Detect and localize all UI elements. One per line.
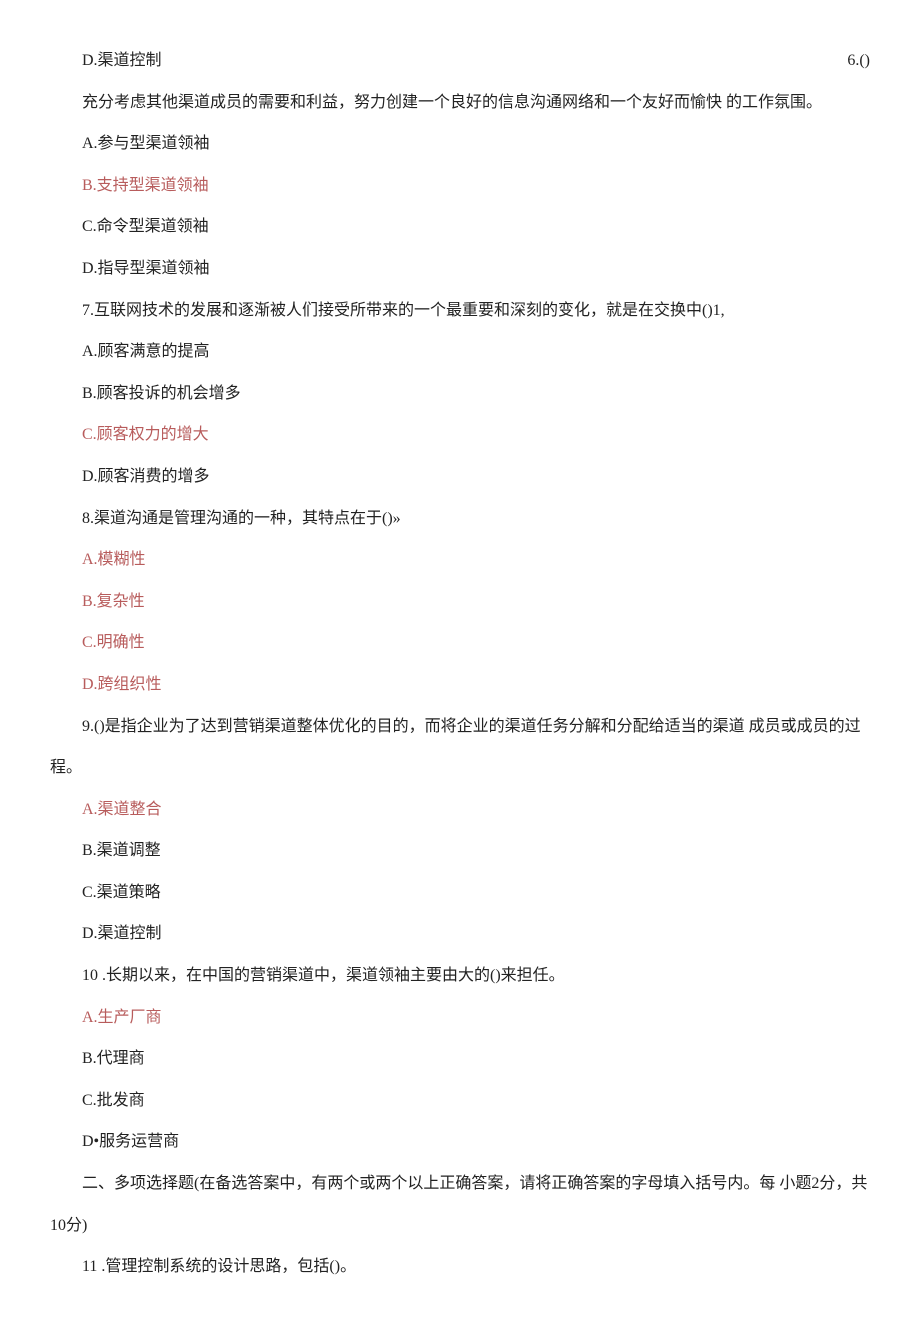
q10-option-a: A.生产厂商 (50, 997, 870, 1039)
q6-number: 6.() (815, 40, 870, 82)
q8-option-a: A.模糊性 (50, 539, 870, 581)
q9-option-c: C.渠道策略 (50, 872, 870, 914)
q10-option-c: C.批发商 (50, 1080, 870, 1122)
q9-option-b: B.渠道调整 (50, 830, 870, 872)
q6-option-c: C.命令型渠道领袖 (50, 206, 870, 248)
q8-option-b: B.复杂性 (50, 581, 870, 623)
q8-option-d: D.跨组织性 (50, 664, 870, 706)
q7-option-b: B.顾客投诉的机会增多 (50, 373, 870, 415)
q8-stem: 8.渠道沟通是管理沟通的一种，其特点在于()» (50, 498, 870, 540)
q6-stem-continuation: 充分考虑其他渠道成员的需要和利益，努力创建一个良好的信息沟通网络和一个友好而愉快… (50, 82, 870, 124)
q10-stem: 10 .长期以来，在中国的营销渠道中，渠道领袖主要由大的()来担任。 (50, 955, 870, 997)
q9-stem: 9.()是指企业为了达到营销渠道整体优化的目的，而将企业的渠道任务分解和分配给适… (50, 706, 870, 789)
q9-option-d: D.渠道控制 (50, 913, 870, 955)
q7-option-a: A.顾客满意的提高 (50, 331, 870, 373)
q6-option-d: D.指导型渠道领袖 (50, 248, 870, 290)
q7-option-c: C.顾客权力的增大 (50, 414, 870, 456)
q7-stem: 7.互联网技术的发展和逐渐被人们接受所带来的一个最重要和深刻的变化，就是在交换中… (50, 290, 870, 332)
q7-option-d: D.顾客消费的增多 (50, 456, 870, 498)
q5-option-d: D.渠道控制 (50, 40, 162, 82)
q8-option-c: C.明确性 (50, 622, 870, 664)
q10-option-d: D•服务运营商 (50, 1121, 870, 1163)
q11-stem: 11 .管理控制系统的设计思路，包括()。 (50, 1246, 870, 1288)
q6-option-a: A.参与型渠道领袖 (50, 123, 870, 165)
q10-option-b: B.代理商 (50, 1038, 870, 1080)
section-2-heading: 二、多项选择题(在备选答案中，有两个或两个以上正确答案，请将正确答案的字母填入括… (50, 1163, 870, 1246)
q6-option-b: B.支持型渠道领袖 (50, 165, 870, 207)
q9-option-a: A.渠道整合 (50, 789, 870, 831)
first-row: D.渠道控制 6.() (50, 40, 870, 82)
